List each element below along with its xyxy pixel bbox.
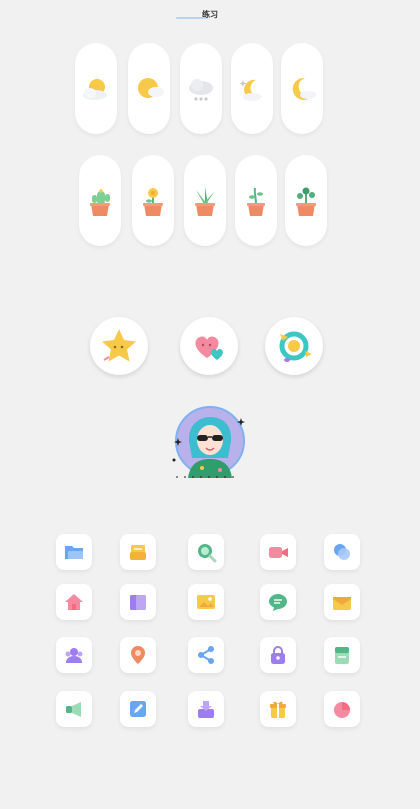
user-group-icon xyxy=(65,648,83,663)
tile-location-pin[interactable] xyxy=(120,637,156,673)
edit-icon xyxy=(130,701,146,717)
page-title: 练习 xyxy=(202,10,218,19)
avatar[interactable] xyxy=(168,404,252,482)
home-icon xyxy=(65,594,83,610)
folder-icon xyxy=(65,546,83,559)
tile-edit[interactable] xyxy=(120,691,156,727)
crescent-moon-stars-icon xyxy=(239,79,262,101)
tile-inbox-tray[interactable] xyxy=(120,534,156,570)
weather-card-2[interactable] xyxy=(128,43,170,134)
search-icon xyxy=(198,544,217,563)
bubbles-icon xyxy=(334,544,350,560)
chat-icon xyxy=(269,594,287,611)
tile-bubbles[interactable] xyxy=(324,534,360,570)
aloe-pot-icon xyxy=(195,186,215,216)
round-leaf-pot-icon xyxy=(296,187,316,216)
pie-chart-icon xyxy=(334,702,350,718)
plant-card-4[interactable] xyxy=(235,155,277,246)
video-camera-icon xyxy=(269,547,288,558)
tile-book[interactable] xyxy=(120,584,156,620)
gift-icon xyxy=(270,701,286,718)
flower-ring-icon xyxy=(279,331,312,362)
plant-card-5[interactable] xyxy=(285,155,327,246)
location-pin-icon xyxy=(131,646,145,664)
tile-gift[interactable] xyxy=(260,691,296,727)
tile-lock[interactable] xyxy=(260,637,296,673)
cactus-pot-icon xyxy=(90,188,110,216)
download-tray-icon xyxy=(198,701,214,718)
star-icon xyxy=(102,329,136,362)
weather-card-5[interactable] xyxy=(281,43,323,134)
notebook-icon xyxy=(335,647,349,664)
sprout-pot-icon xyxy=(247,187,265,216)
weather-card-1[interactable] xyxy=(75,43,117,134)
tile-share[interactable] xyxy=(188,637,224,673)
tile-envelope[interactable] xyxy=(324,584,360,620)
tile-search[interactable] xyxy=(188,534,224,570)
badge-flower-ring[interactable] xyxy=(265,317,323,375)
badge-hearts[interactable] xyxy=(180,317,238,375)
tile-folder[interactable] xyxy=(56,534,92,570)
flower-pot-icon xyxy=(143,187,163,216)
sun-cloud-icon xyxy=(138,77,164,98)
tile-video-camera[interactable] xyxy=(260,534,296,570)
plant-card-2[interactable] xyxy=(132,155,174,246)
megaphone-icon xyxy=(66,702,81,717)
rain-cloud-icon xyxy=(189,78,213,101)
badge-star[interactable] xyxy=(90,317,148,375)
tile-chat[interactable] xyxy=(260,584,296,620)
tile-notebook[interactable] xyxy=(324,637,360,673)
tile-pie-chart[interactable] xyxy=(324,691,360,727)
title-underline xyxy=(176,17,206,19)
envelope-icon xyxy=(333,597,351,610)
book-icon xyxy=(130,595,146,610)
tile-home[interactable] xyxy=(56,584,92,620)
moon-cloud-icon xyxy=(292,77,316,100)
tile-download-tray[interactable] xyxy=(188,691,224,727)
lock-icon xyxy=(271,646,285,664)
weather-card-3[interactable] xyxy=(180,43,222,134)
share-icon xyxy=(198,646,214,664)
inbox-tray-icon xyxy=(130,545,146,560)
plant-card-3[interactable] xyxy=(184,155,226,246)
tile-megaphone[interactable] xyxy=(56,691,92,727)
partly-sunny-icon xyxy=(83,78,107,100)
weather-card-4[interactable] xyxy=(231,43,273,134)
plant-card-1[interactable] xyxy=(79,155,121,246)
image-icon xyxy=(197,595,215,609)
tile-image[interactable] xyxy=(188,584,224,620)
girl-sunglasses-avatar xyxy=(172,406,245,478)
hearts-icon xyxy=(195,336,223,360)
tile-user-group[interactable] xyxy=(56,637,92,673)
